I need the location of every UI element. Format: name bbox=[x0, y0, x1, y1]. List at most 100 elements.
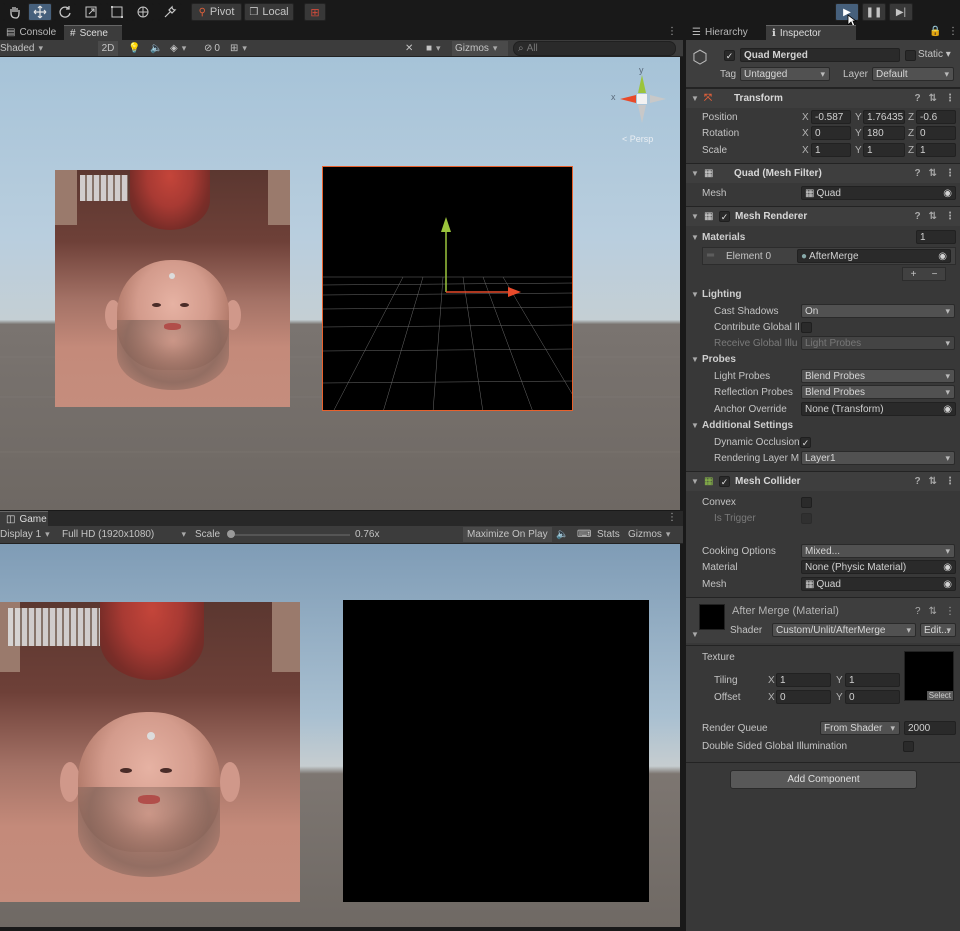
static-dropdown[interactable]: Static ▾ bbox=[918, 49, 951, 60]
component-menu-icon[interactable]: ⋮ bbox=[945, 211, 955, 222]
contribute-gi-checkbox[interactable] bbox=[801, 322, 812, 333]
game-gizmos-dropdown[interactable]: Gizmos bbox=[628, 527, 670, 542]
add-component-button[interactable]: Add Component bbox=[730, 770, 917, 789]
object-picker-icon[interactable]: ◉ bbox=[943, 404, 952, 415]
maximize-on-play-toggle[interactable]: Maximize On Play bbox=[463, 527, 552, 542]
position-x-field[interactable]: -0.587 bbox=[811, 110, 851, 124]
rect-tool-button[interactable] bbox=[106, 3, 128, 21]
pause-button[interactable]: ❚❚ bbox=[862, 3, 886, 21]
2d-toggle[interactable]: 2D bbox=[98, 41, 118, 56]
element0-material-field[interactable]: ● AfterMerge ◉ bbox=[797, 249, 951, 263]
grid-snap-button[interactable]: ⊞ bbox=[304, 3, 326, 21]
probes-row[interactable]: ▼ Probes bbox=[686, 351, 960, 367]
scene-viewport[interactable]: y x < Persp bbox=[0, 57, 680, 510]
hidden-objects-toggle[interactable]: ⊘ 0 bbox=[204, 41, 220, 56]
panel-menu-icon[interactable]: ⋮ bbox=[948, 26, 958, 37]
component-menu-icon[interactable]: ⋮ bbox=[945, 476, 955, 487]
mesh-collider-enabled-checkbox[interactable]: ✓ bbox=[719, 476, 730, 487]
collider-mesh-field[interactable]: ▦ Quad ◉ bbox=[801, 577, 956, 591]
mesh-object-field[interactable]: ▦ Quad ◉ bbox=[801, 186, 956, 200]
scale-y-field[interactable]: 1 bbox=[863, 143, 905, 157]
panel-menu-icon[interactable]: ⋮ bbox=[667, 512, 677, 523]
custom-tool-button[interactable] bbox=[158, 3, 182, 21]
scale-slider-track[interactable] bbox=[230, 534, 350, 536]
offset-y-field[interactable]: 0 bbox=[845, 690, 900, 704]
tab-inspector[interactable]: ℹ Inspector bbox=[766, 25, 856, 40]
object-picker-icon[interactable]: ◉ bbox=[943, 579, 952, 590]
object-picker-icon[interactable]: ◉ bbox=[943, 562, 952, 573]
panel-menu-icon[interactable]: ⋮ bbox=[667, 26, 677, 37]
preset-icon[interactable]: ⇅ bbox=[929, 168, 937, 179]
light-probes-dropdown[interactable]: Blend Probes bbox=[801, 369, 955, 383]
static-checkbox[interactable] bbox=[905, 50, 916, 61]
shader-dropdown[interactable]: Custom/Unlit/AfterMerge bbox=[772, 623, 916, 637]
object-picker-icon[interactable]: ◉ bbox=[938, 251, 947, 262]
mute-audio-toggle[interactable]: 🔈 bbox=[556, 527, 568, 542]
tiling-x-field[interactable]: 1 bbox=[776, 673, 831, 687]
local-toggle[interactable]: ❒ Local bbox=[244, 3, 294, 21]
convex-checkbox[interactable] bbox=[801, 497, 812, 508]
rendering-layer-dropdown[interactable]: Layer1 bbox=[801, 451, 955, 465]
lighting-row[interactable]: ▼ Lighting bbox=[686, 286, 960, 302]
mesh-renderer-enabled-checkbox[interactable]: ✓ bbox=[719, 211, 730, 222]
mesh-filter-header[interactable]: ▼ ▦ Quad (Mesh Filter) ? ⇅ ⋮ bbox=[686, 163, 960, 183]
face-texture-quad[interactable] bbox=[55, 170, 290, 407]
component-menu-icon[interactable]: ⋮ bbox=[945, 168, 955, 179]
scale-slider-handle[interactable] bbox=[227, 530, 235, 538]
active-checkbox[interactable]: ✓ bbox=[724, 50, 735, 61]
scale-tool-button[interactable] bbox=[80, 3, 102, 21]
help-icon[interactable]: ? bbox=[915, 476, 921, 487]
transform-tool-button[interactable] bbox=[132, 3, 154, 21]
position-y-field[interactable]: 1.76435 bbox=[863, 110, 905, 124]
tab-scene[interactable]: # Scene bbox=[64, 25, 122, 40]
scale-x-field[interactable]: 1 bbox=[811, 143, 851, 157]
hand-tool-button[interactable] bbox=[3, 3, 26, 21]
pivot-toggle[interactable]: ⚲ Pivot bbox=[191, 3, 242, 21]
object-picker-icon[interactable]: ◉ bbox=[943, 188, 952, 199]
shader-edit-button[interactable]: Edit... bbox=[920, 623, 956, 637]
collider-material-field[interactable]: None (Physic Material) ◉ bbox=[801, 560, 956, 574]
help-icon[interactable]: ? bbox=[915, 168, 921, 179]
keyboard-toggle[interactable]: ⌨ bbox=[577, 527, 591, 542]
cooking-options-dropdown[interactable]: Mixed... bbox=[801, 544, 955, 558]
plus-icon[interactable]: + bbox=[911, 269, 917, 280]
scale-z-field[interactable]: 1 bbox=[916, 143, 956, 157]
rotation-y-field[interactable]: 180 bbox=[863, 126, 905, 140]
scene-search-input[interactable]: ⌕ All bbox=[513, 41, 676, 56]
quad-merged-selected[interactable] bbox=[322, 166, 573, 411]
lock-icon[interactable]: 🔒 bbox=[929, 26, 941, 37]
cast-shadows-dropdown[interactable]: On bbox=[801, 304, 955, 318]
mesh-renderer-header[interactable]: ▼ ▦ ✓ Mesh Renderer ? ⇅ ⋮ bbox=[686, 206, 960, 226]
drag-handle-icon[interactable]: ═ bbox=[707, 250, 714, 261]
minus-icon[interactable]: − bbox=[932, 269, 938, 280]
help-icon[interactable]: ? bbox=[915, 606, 921, 617]
preset-icon[interactable]: ⇅ bbox=[929, 211, 937, 222]
render-queue-field[interactable]: 2000 bbox=[904, 721, 956, 735]
shading-mode-dropdown[interactable]: Shaded bbox=[0, 41, 90, 56]
grid-dropdown[interactable]: ⊞ bbox=[230, 41, 247, 56]
position-z-field[interactable]: -0.6 bbox=[916, 110, 956, 124]
help-icon[interactable]: ? bbox=[915, 211, 921, 222]
anchor-override-field[interactable]: None (Transform) ◉ bbox=[801, 402, 956, 416]
preset-icon[interactable]: ⇅ bbox=[929, 476, 937, 487]
camera-dropdown[interactable]: ■ bbox=[426, 41, 441, 56]
reflection-probes-dropdown[interactable]: Blend Probes bbox=[801, 385, 955, 399]
orientation-gizmo[interactable]: y x < Persp bbox=[608, 65, 672, 145]
additional-settings-row[interactable]: ▼ Additional Settings bbox=[686, 417, 960, 433]
render-queue-dropdown[interactable]: From Shader bbox=[820, 721, 900, 735]
effects-dropdown[interactable]: ◈ bbox=[170, 41, 186, 56]
move-tool-button[interactable] bbox=[28, 3, 52, 21]
rotate-tool-button[interactable] bbox=[54, 3, 76, 21]
stats-toggle[interactable]: Stats bbox=[597, 527, 620, 542]
lighting-toggle[interactable]: 💡 bbox=[128, 41, 140, 56]
rotation-z-field[interactable]: 0 bbox=[916, 126, 956, 140]
tab-console[interactable]: ▤ Console bbox=[0, 25, 62, 40]
materials-row[interactable]: ▼ Materials 1 bbox=[686, 229, 960, 245]
transform-header[interactable]: ▼ ⤧ Transform ? ⇅ ⋮ bbox=[686, 88, 960, 108]
object-name-field[interactable]: Quad Merged bbox=[740, 48, 900, 62]
gizmos-dropdown[interactable]: Gizmos bbox=[452, 41, 508, 56]
component-menu-icon[interactable]: ⋮ bbox=[945, 606, 955, 617]
tab-hierarchy[interactable]: ☰ Hierarchy bbox=[686, 25, 766, 40]
materials-size-field[interactable]: 1 bbox=[916, 230, 956, 244]
rotation-x-field[interactable]: 0 bbox=[811, 126, 851, 140]
